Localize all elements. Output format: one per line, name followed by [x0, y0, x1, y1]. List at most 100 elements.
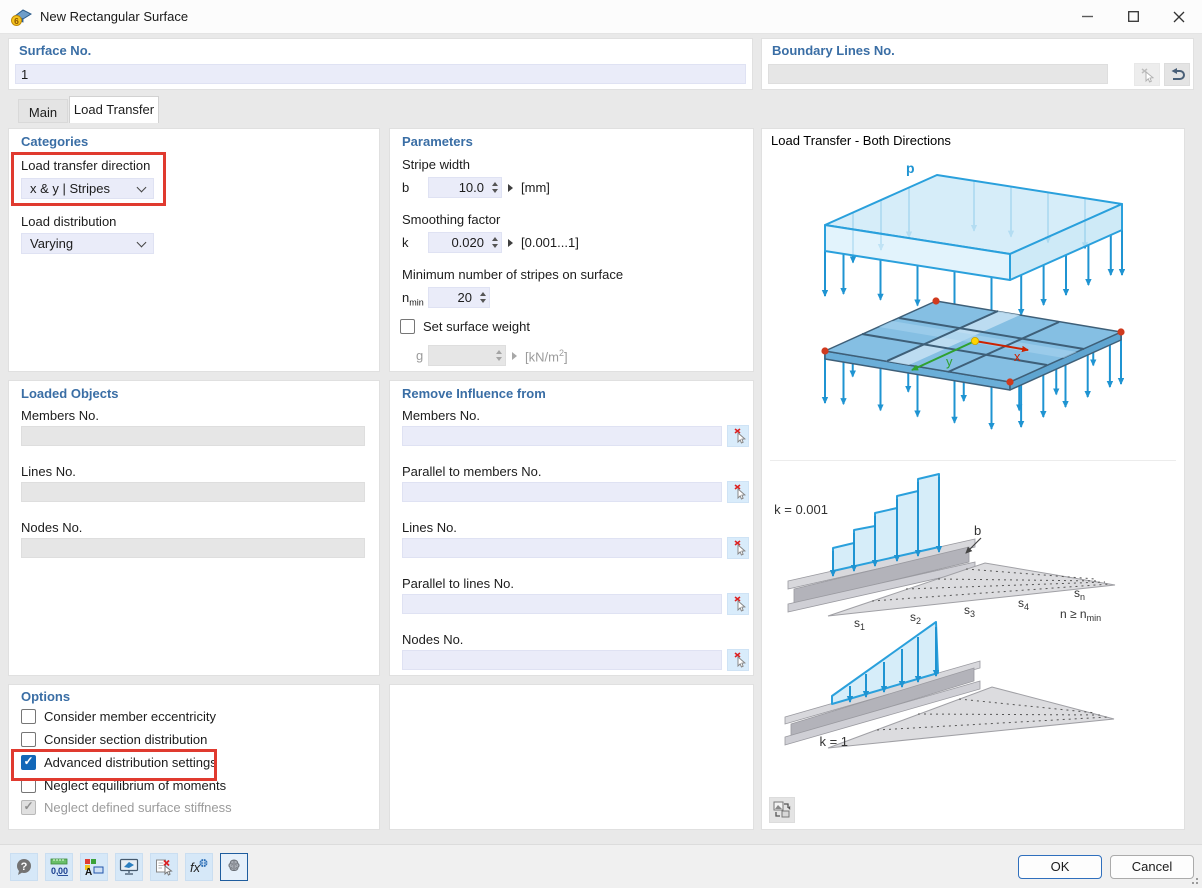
- checkbox-icon[interactable]: [21, 755, 36, 770]
- units-decimal-places-button[interactable]: 0, 00: [45, 853, 73, 881]
- boundary-lines-input[interactable]: [768, 64, 1108, 84]
- nodes-no-input[interactable]: [21, 538, 365, 558]
- set-surface-weight-checkbox[interactable]: [400, 319, 415, 334]
- show-in-graphic-button[interactable]: [115, 853, 143, 881]
- boundary-lines-label: Boundary Lines No.: [772, 43, 895, 58]
- ai-assistant-button[interactable]: [220, 853, 248, 881]
- tab-main[interactable]: Main: [18, 99, 68, 123]
- option-member-eccentricity[interactable]: Consider member eccentricity: [21, 709, 216, 724]
- checkbox-icon[interactable]: [21, 778, 36, 793]
- x-axis-label: x: [1014, 349, 1021, 364]
- svg-text:6: 6: [14, 16, 19, 26]
- smoothing-factor-range: [0.001...1]: [521, 235, 579, 250]
- detail-arrow-icon: [512, 352, 517, 360]
- delete-selection-icon: [155, 858, 173, 876]
- nodes-no-label: Nodes No.: [21, 520, 82, 535]
- option-section-distribution[interactable]: Consider section distribution: [21, 732, 207, 747]
- help-icon: ?: [15, 858, 33, 876]
- deselect-pointer-icon: [731, 428, 746, 444]
- spinner-icon[interactable]: [492, 182, 498, 193]
- display-properties-button[interactable]: A: [80, 853, 108, 881]
- close-icon: [1173, 11, 1185, 23]
- toggle-graphic-button[interactable]: [769, 797, 795, 823]
- option-neglect-equilibrium[interactable]: Neglect equilibrium of moments: [21, 778, 226, 793]
- monitor-icon: [119, 858, 139, 876]
- formula-icon: fx: [189, 858, 209, 876]
- detail-arrow-icon[interactable]: [508, 184, 513, 192]
- ri-lines-input[interactable]: [402, 538, 722, 558]
- minimize-button[interactable]: [1064, 0, 1110, 33]
- deselect-pointer-icon: [731, 596, 746, 612]
- spinner-icon[interactable]: [480, 292, 486, 303]
- detail-arrow-icon[interactable]: [508, 239, 513, 247]
- surface-no-label: Surface No.: [19, 43, 91, 58]
- ok-button[interactable]: OK: [1018, 855, 1102, 879]
- empty-panel: [389, 684, 754, 830]
- maximize-icon: [1128, 11, 1139, 22]
- ri-parallel-lines-input[interactable]: [402, 594, 722, 614]
- surface-weight-symbol: g: [416, 348, 423, 363]
- new-rectangular-surface-dialog: { "window": {"title": "New Rectangular S…: [0, 0, 1202, 887]
- surface-no-panel: Surface No. 1: [8, 38, 753, 90]
- remove-influence-title: Remove Influence from: [402, 386, 546, 401]
- deselect-pointer-icon: [731, 652, 746, 668]
- cancel-button[interactable]: Cancel: [1110, 855, 1194, 879]
- parameters-title: Parameters: [402, 134, 473, 149]
- k-smooth-label: k = 1: [819, 734, 848, 749]
- divider: [770, 460, 1176, 461]
- ri-nodes-input[interactable]: [402, 650, 722, 670]
- spinner-icon[interactable]: [492, 237, 498, 248]
- surface-no-input[interactable]: 1: [15, 64, 746, 84]
- remove-influence-panel: Remove Influence from Members No. Parall…: [389, 380, 754, 676]
- stripe-width-symbol: b: [402, 180, 409, 195]
- smoothing-factor-label: Smoothing factor: [402, 212, 500, 227]
- deselect-lines-button[interactable]: [727, 537, 749, 559]
- load-distribution-select[interactable]: Varying: [21, 233, 154, 254]
- deselect-members-button[interactable]: [727, 425, 749, 447]
- min-stripes-input[interactable]: 20: [428, 287, 490, 308]
- pick-boundary-lines-button[interactable]: [1134, 63, 1160, 86]
- svg-text:A: A: [85, 867, 92, 876]
- formula-button[interactable]: fx: [185, 853, 213, 881]
- load-transfer-direction-select[interactable]: x & y | Stripes: [21, 178, 154, 199]
- ri-members-input[interactable]: [402, 426, 722, 446]
- categories-title: Categories: [21, 134, 88, 149]
- members-no-label: Members No.: [21, 408, 99, 423]
- deselect-parallel-members-button[interactable]: [727, 481, 749, 503]
- deselect-pointer-icon: [731, 540, 746, 556]
- revert-boundary-lines-button[interactable]: [1164, 63, 1190, 86]
- ri-parallel-lines-label: Parallel to lines No.: [402, 576, 514, 591]
- help-button[interactable]: ?: [10, 853, 38, 881]
- option-advanced-distribution[interactable]: Advanced distribution settings: [21, 755, 217, 770]
- undo-arrow-icon: [1169, 68, 1186, 82]
- checkbox-icon[interactable]: [21, 709, 36, 724]
- option-neglect-stiffness: Neglect defined surface stiffness: [21, 800, 232, 815]
- y-axis-label: y: [946, 354, 953, 369]
- members-no-input[interactable]: [21, 426, 365, 446]
- checkbox-icon[interactable]: [21, 732, 36, 747]
- stripe-width-input[interactable]: 10.0: [428, 177, 502, 198]
- illustration-panel: Load Transfer - Both Directions p: [761, 128, 1185, 830]
- delete-selection-button[interactable]: [150, 853, 178, 881]
- maximize-button[interactable]: [1110, 0, 1156, 33]
- units-ruler-icon: 0, 00: [49, 858, 69, 876]
- smoothing-factor-input[interactable]: 0.020: [428, 232, 502, 253]
- categories-panel: Categories Load transfer direction x & y…: [8, 128, 380, 372]
- set-surface-weight-label: Set surface weight: [423, 319, 530, 334]
- surface-weight-input[interactable]: [428, 345, 506, 366]
- load-transfer-direction-label: Load transfer direction: [21, 158, 150, 173]
- ri-parallel-members-input[interactable]: [402, 482, 722, 502]
- tab-load-transfer[interactable]: Load Transfer: [69, 96, 159, 123]
- chevron-down-icon: [137, 183, 147, 193]
- stripe-width-label: Stripe width: [402, 157, 470, 172]
- lines-no-input[interactable]: [21, 482, 365, 502]
- close-button[interactable]: [1156, 0, 1202, 33]
- deselect-nodes-button[interactable]: [727, 649, 749, 671]
- checkbox-icon: [21, 800, 36, 815]
- stripe-label-s4: s4: [1018, 596, 1029, 612]
- resize-grip[interactable]: [1190, 876, 1198, 884]
- set-surface-weight-row[interactable]: Set surface weight: [400, 319, 530, 334]
- options-panel: Options Consider member eccentricity Con…: [8, 684, 380, 830]
- stripe-count-condition: n ≥ nmin: [1060, 607, 1101, 623]
- deselect-parallel-lines-button[interactable]: [727, 593, 749, 615]
